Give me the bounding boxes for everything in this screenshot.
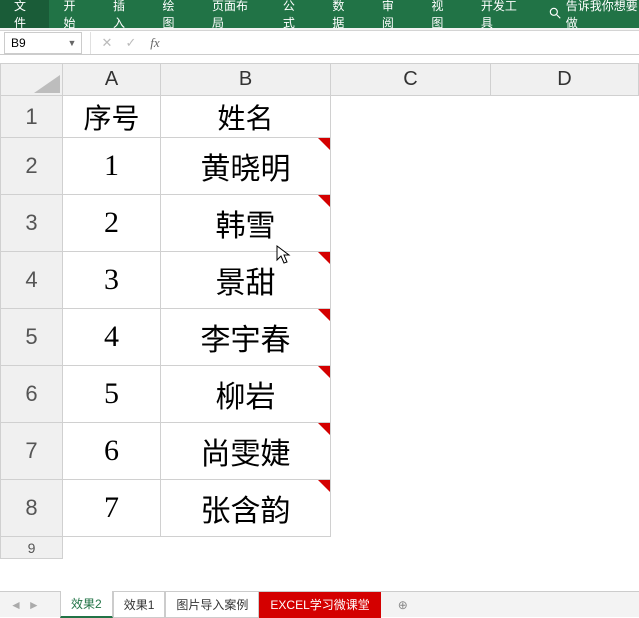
row-header-2[interactable]: 2 xyxy=(1,138,63,195)
cell-D9[interactable] xyxy=(491,537,639,559)
row-1: 1 序号 姓名 xyxy=(1,96,639,138)
worksheet-grid[interactable]: A B C D 1 序号 姓名 2 1 黄晓明 3 xyxy=(0,63,639,559)
cell-B2[interactable]: 黄晓明 xyxy=(161,138,331,195)
ribbon-tab-review[interactable]: 审阅 xyxy=(368,0,417,28)
cell-A5[interactable]: 4 xyxy=(63,309,161,366)
row-2: 2 1 黄晓明 xyxy=(1,138,639,195)
ribbon-tab-data[interactable]: 数据 xyxy=(318,0,367,28)
cell-A2[interactable]: 1 xyxy=(63,138,161,195)
sheet-nav: ◄ ► xyxy=(10,598,40,612)
check-icon: ✓ xyxy=(126,35,137,51)
column-header-row: A B C D xyxy=(1,64,639,96)
row-6: 6 5 柳岩 xyxy=(1,366,639,423)
name-box-input[interactable] xyxy=(5,36,65,50)
cell-B9[interactable] xyxy=(161,537,331,559)
ribbon-tab-view[interactable]: 视图 xyxy=(417,0,466,28)
formula-input[interactable] xyxy=(167,32,639,54)
cell-B8[interactable]: 张含韵 xyxy=(161,480,331,537)
row-header-5[interactable]: 5 xyxy=(1,309,63,366)
row-header-8[interactable]: 8 xyxy=(1,480,63,537)
formula-bar-separator xyxy=(90,32,91,54)
cell-A6[interactable]: 5 xyxy=(63,366,161,423)
ribbon-tab-home[interactable]: 开始 xyxy=(49,0,98,28)
enter-formula-button[interactable]: ✓ xyxy=(119,32,143,54)
ribbon-tab-insert[interactable]: 插入 xyxy=(99,0,148,28)
x-icon: ✕ xyxy=(102,35,113,51)
cell-C8[interactable] xyxy=(331,480,491,537)
ribbon-bar: 文件 开始 插入 绘图 页面布局 公式 数据 审阅 视图 开发工具 告诉我你想要… xyxy=(0,0,639,28)
fx-icon: fx xyxy=(150,35,159,51)
sheet-tab-2[interactable]: 图片导入案例 xyxy=(165,592,259,618)
cell-B3[interactable]: 韩雪 xyxy=(161,195,331,252)
tell-me-label: 告诉我你想要做 xyxy=(566,0,639,31)
cell-B5[interactable]: 李宇春 xyxy=(161,309,331,366)
sheet-tab-0[interactable]: 效果2 xyxy=(60,591,113,618)
cell-A4[interactable]: 3 xyxy=(63,252,161,309)
ribbon-tab-file[interactable]: 文件 xyxy=(0,0,49,28)
row-header-1[interactable]: 1 xyxy=(1,96,63,138)
sheet-nav-next-icon[interactable]: ► xyxy=(28,598,40,612)
cell-D5[interactable] xyxy=(491,309,639,366)
cell-C7[interactable] xyxy=(331,423,491,480)
sheet-tab-1[interactable]: 效果1 xyxy=(113,592,166,618)
cell-C4[interactable] xyxy=(331,252,491,309)
cell-C9[interactable] xyxy=(331,537,491,559)
column-header-C[interactable]: C xyxy=(331,64,491,96)
cell-B1[interactable]: 姓名 xyxy=(161,96,331,138)
column-header-A[interactable]: A xyxy=(63,64,161,96)
cell-C2[interactable] xyxy=(331,138,491,195)
cell-D1[interactable] xyxy=(491,96,639,138)
row-3: 3 2 韩雪 xyxy=(1,195,639,252)
plus-icon: ⊕ xyxy=(398,598,408,612)
cell-B7[interactable]: 尚雯婕 xyxy=(161,423,331,480)
sheet-nav-prev-icon[interactable]: ◄ xyxy=(10,598,22,612)
column-header-D[interactable]: D xyxy=(491,64,639,96)
add-sheet-button[interactable]: ⊕ xyxy=(391,598,415,612)
cancel-formula-button[interactable]: ✕ xyxy=(95,32,119,54)
row-header-4[interactable]: 4 xyxy=(1,252,63,309)
cell-C1[interactable] xyxy=(331,96,491,138)
cell-A3[interactable]: 2 xyxy=(63,195,161,252)
tell-me-search[interactable]: 告诉我你想要做 xyxy=(538,0,639,31)
sheet-tabs-bar: ◄ ► 效果2 效果1 图片导入案例 EXCEL学习微课堂 ⊕ xyxy=(0,591,639,617)
cell-D7[interactable] xyxy=(491,423,639,480)
cell-B4[interactable]: 景甜 xyxy=(161,252,331,309)
select-all-corner[interactable] xyxy=(1,64,63,96)
cell-A7[interactable]: 6 xyxy=(63,423,161,480)
cell-D2[interactable] xyxy=(491,138,639,195)
cell-D3[interactable] xyxy=(491,195,639,252)
cell-C5[interactable] xyxy=(331,309,491,366)
cell-B6[interactable]: 柳岩 xyxy=(161,366,331,423)
insert-function-button[interactable]: fx xyxy=(143,32,167,54)
name-box[interactable]: ▼ xyxy=(4,32,82,54)
cell-C3[interactable] xyxy=(331,195,491,252)
cell-A8[interactable]: 7 xyxy=(63,480,161,537)
cell-D4[interactable] xyxy=(491,252,639,309)
name-box-dropdown-icon[interactable]: ▼ xyxy=(65,38,79,48)
ribbon-tab-developer[interactable]: 开发工具 xyxy=(467,0,538,28)
row-5: 5 4 李宇春 xyxy=(1,309,639,366)
cell-A1[interactable]: 序号 xyxy=(63,96,161,138)
cell-C6[interactable] xyxy=(331,366,491,423)
row-header-3[interactable]: 3 xyxy=(1,195,63,252)
row-4: 4 3 景甜 xyxy=(1,252,639,309)
formula-bar: ▼ ✕ ✓ fx xyxy=(0,31,639,55)
ribbon-tab-page-layout[interactable]: 页面布局 xyxy=(198,0,269,28)
ribbon-tab-formulas[interactable]: 公式 xyxy=(269,0,318,28)
search-icon xyxy=(548,6,562,23)
sheet-tab-3[interactable]: EXCEL学习微课堂 xyxy=(259,592,380,618)
row-header-7[interactable]: 7 xyxy=(1,423,63,480)
row-8: 8 7 张含韵 xyxy=(1,480,639,537)
cell-D8[interactable] xyxy=(491,480,639,537)
row-header-9[interactable]: 9 xyxy=(1,537,63,559)
row-7: 7 6 尚雯婕 xyxy=(1,423,639,480)
column-header-B[interactable]: B xyxy=(161,64,331,96)
ribbon-tab-draw[interactable]: 绘图 xyxy=(148,0,197,28)
cell-A9[interactable] xyxy=(63,537,161,559)
cell-D6[interactable] xyxy=(491,366,639,423)
row-9: 9 xyxy=(1,537,639,559)
row-header-6[interactable]: 6 xyxy=(1,366,63,423)
